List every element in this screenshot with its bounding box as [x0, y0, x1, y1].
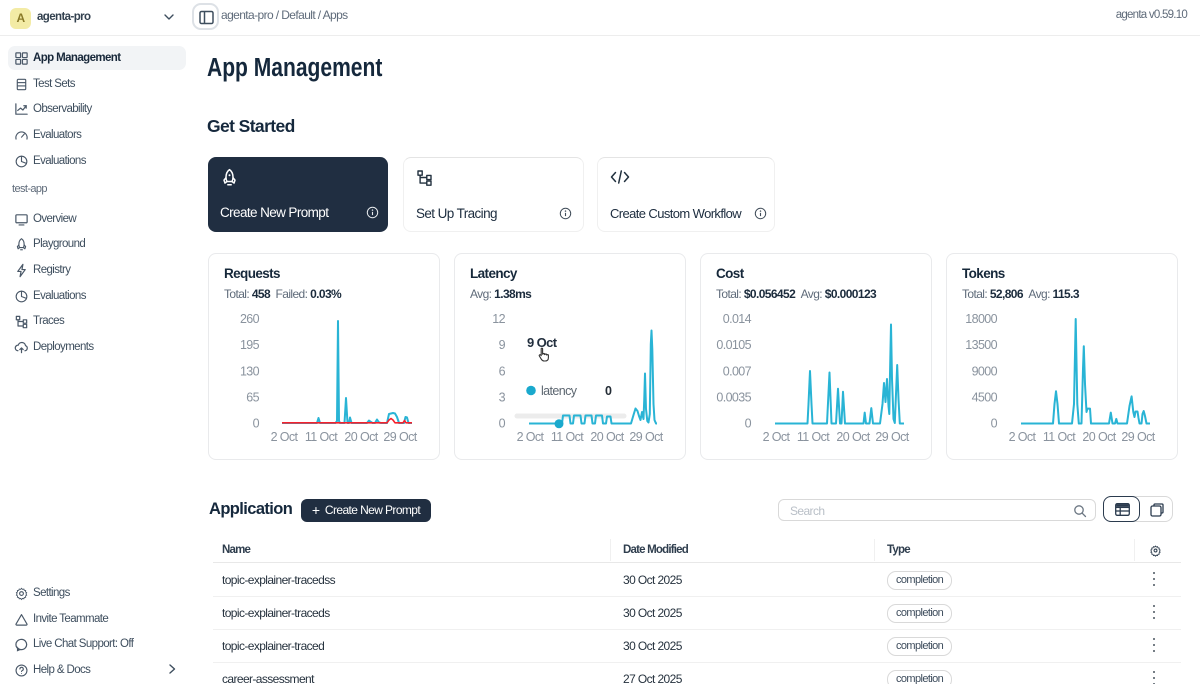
svg-text:20 Oct: 20 Oct	[590, 430, 624, 444]
svg-text:2 Oct: 2 Oct	[517, 430, 545, 444]
svg-text:0.014: 0.014	[723, 312, 752, 326]
svg-text:11 Oct: 11 Oct	[797, 430, 830, 444]
svg-text:0: 0	[745, 417, 752, 431]
svg-text:11 Oct: 11 Oct	[551, 430, 584, 444]
svg-text:29 Oct: 29 Oct	[629, 430, 663, 444]
svg-text:20 Oct: 20 Oct	[836, 430, 870, 444]
svg-text:4500: 4500	[972, 391, 998, 405]
svg-text:20 Oct: 20 Oct	[1082, 430, 1116, 444]
svg-text:0: 0	[605, 384, 612, 398]
svg-text:29 Oct: 29 Oct	[383, 430, 417, 444]
svg-text:9000: 9000	[972, 365, 998, 379]
svg-text:0: 0	[991, 417, 998, 431]
svg-text:0.0035: 0.0035	[716, 391, 751, 405]
svg-text:2 Oct: 2 Oct	[271, 430, 299, 444]
svg-text:13500: 13500	[965, 338, 997, 352]
svg-text:9: 9	[499, 338, 506, 352]
svg-text:20 Oct: 20 Oct	[344, 430, 378, 444]
svg-text:0: 0	[499, 417, 506, 431]
svg-text:130: 130	[240, 365, 260, 379]
svg-text:65: 65	[246, 391, 259, 405]
svg-text:12: 12	[492, 312, 505, 326]
svg-text:11 Oct: 11 Oct	[1043, 430, 1076, 444]
svg-text:18000: 18000	[965, 312, 997, 326]
svg-text:29 Oct: 29 Oct	[1121, 430, 1155, 444]
svg-text:0.0105: 0.0105	[716, 338, 751, 352]
svg-text:260: 260	[240, 312, 260, 326]
svg-text:latency: latency	[541, 384, 578, 398]
svg-text:2 Oct: 2 Oct	[1009, 430, 1037, 444]
svg-text:3: 3	[499, 391, 506, 405]
svg-text:11 Oct: 11 Oct	[305, 430, 338, 444]
svg-text:2 Oct: 2 Oct	[763, 430, 791, 444]
svg-text:195: 195	[240, 338, 260, 352]
svg-text:0: 0	[253, 417, 260, 431]
svg-text:0.007: 0.007	[723, 365, 752, 379]
svg-text:29 Oct: 29 Oct	[875, 430, 909, 444]
svg-text:6: 6	[499, 365, 506, 379]
